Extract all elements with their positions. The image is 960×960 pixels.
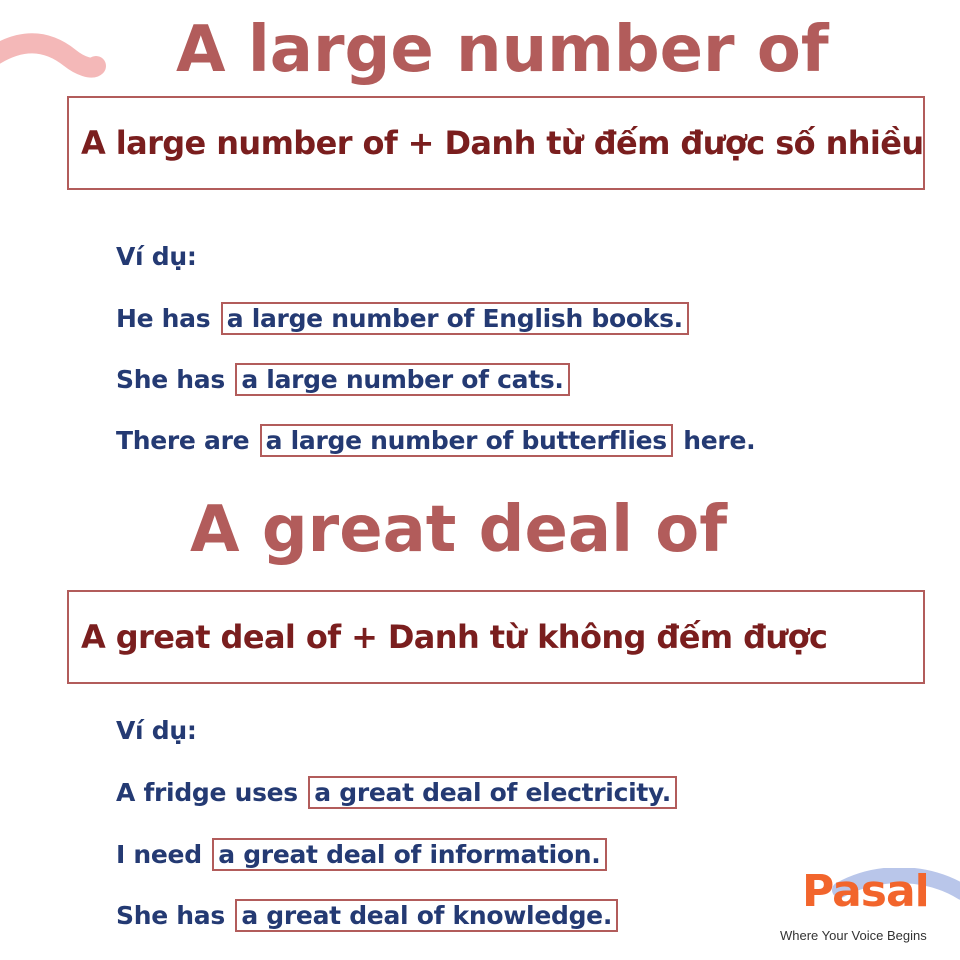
highlighted-phrase: a great deal of electricity. bbox=[308, 776, 677, 809]
rule-box-great-deal: A great deal of + Danh từ không đếm được bbox=[67, 590, 925, 684]
sentence-start: She has bbox=[116, 901, 234, 930]
example-sentence: I need a great deal of information. bbox=[116, 838, 609, 872]
highlighted-phrase: a great deal of information. bbox=[212, 838, 607, 871]
rule-text: A great deal of + Danh từ không đếm được bbox=[81, 618, 828, 656]
sentence-start: A fridge uses bbox=[116, 778, 307, 807]
example-label: Ví dụ: bbox=[116, 242, 197, 271]
sentence-start: She has bbox=[116, 365, 234, 394]
example-sentence: She has a large number of cats. bbox=[116, 363, 572, 397]
decorative-squiggle bbox=[0, 33, 106, 78]
rule-text: A large number of + Danh từ đếm được số … bbox=[81, 124, 924, 162]
example-label: Ví dụ: bbox=[116, 716, 197, 745]
brand-logo: Pasal Where Your Voice Begins bbox=[780, 868, 960, 960]
example-sentence: A fridge uses a great deal of electricit… bbox=[116, 776, 679, 810]
example-sentence: He has a large number of English books. bbox=[116, 302, 691, 336]
sentence-start: There are bbox=[116, 426, 258, 455]
section-title-great-deal: A great deal of bbox=[190, 493, 728, 567]
example-sentence: She has a great deal of knowledge. bbox=[116, 899, 620, 933]
highlighted-phrase: a large number of butterflies bbox=[259, 424, 673, 457]
highlighted-phrase: a great deal of knowledge. bbox=[235, 899, 619, 932]
rule-box-large-number: A large number of + Danh từ đếm được số … bbox=[67, 96, 925, 190]
sentence-start: I need bbox=[116, 840, 211, 869]
highlighted-phrase: a large number of English books. bbox=[220, 302, 689, 335]
logo-tagline: Where Your Voice Begins bbox=[780, 928, 927, 943]
sentence-start: He has bbox=[116, 304, 219, 333]
section-title-large-number: A large number of bbox=[176, 13, 829, 87]
sentence-end: here. bbox=[674, 426, 756, 455]
logo-wordmark: Pasal bbox=[802, 866, 930, 917]
example-sentence: There are a large number of butterflies … bbox=[116, 424, 756, 458]
highlighted-phrase: a large number of cats. bbox=[235, 363, 570, 396]
